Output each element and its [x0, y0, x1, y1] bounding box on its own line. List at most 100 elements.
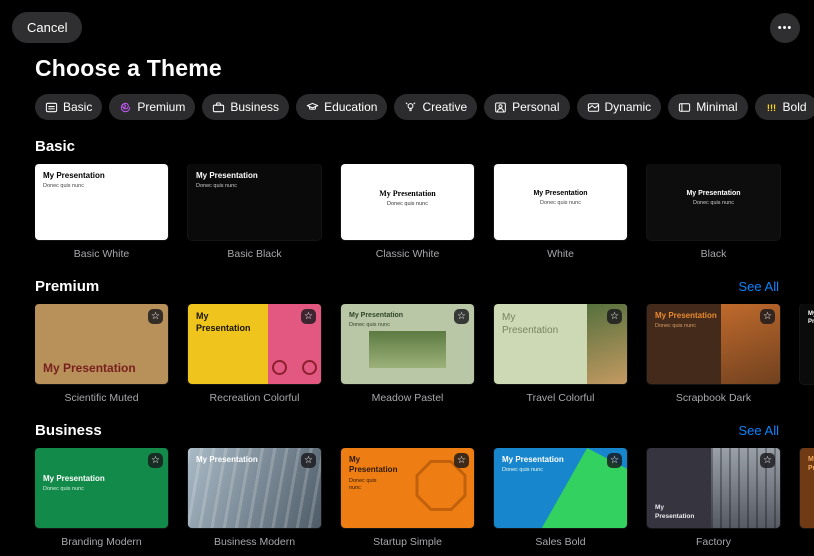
theme-card-title: My Presentation: [502, 455, 564, 464]
section-header: Business See All: [35, 422, 779, 439]
theme-card-branding-modern[interactable]: My Presentation Donec quis nunc ☆: [35, 448, 168, 528]
theme-item: My Presentation ☆ Travel Colorful: [494, 304, 627, 404]
filter-chip-education[interactable]: Education: [296, 94, 388, 120]
cancel-button[interactable]: Cancel: [12, 12, 83, 43]
filter-chip-label: Premium: [137, 100, 186, 114]
theme-item: My Presentation Donec quis nunc ☆ Sales Bol…: [494, 448, 627, 548]
premium-star-icon: ☆: [607, 453, 622, 468]
filter-chip-basic[interactable]: Basic: [35, 94, 103, 120]
business-icon: [212, 101, 225, 114]
see-all-link[interactable]: See All: [739, 279, 779, 294]
theme-card-partial[interactable]: My Presentation☆: [800, 304, 814, 384]
theme-caption: Meadow Pastel: [371, 392, 444, 404]
filter-chip-premium[interactable]: Premium: [109, 94, 196, 120]
theme-card-text: My Presentation Donec quis nunc: [498, 189, 623, 207]
premium-star-icon: ☆: [607, 309, 622, 324]
theme-card-title: My Presentation: [43, 171, 105, 180]
theme-sections: Basic My Presentation Donec quis nunc Basic…: [0, 138, 814, 548]
theme-caption: Scientific Muted: [64, 392, 139, 404]
theme-item: My Presentation Donec quis nunc ☆ Meadow Pa…: [341, 304, 474, 404]
theme-item: My Presentation Donec quis nunc ☆ Scrapbook…: [647, 304, 780, 404]
premium-star-icon: ☆: [148, 309, 163, 324]
section-title: Premium: [35, 278, 100, 295]
theme-card-recreation-colorful[interactable]: My Presentation ☆: [188, 304, 321, 384]
filter-chip-label: Minimal: [696, 100, 738, 114]
theme-card-subtitle: Donec quis nunc: [196, 183, 237, 190]
personal-icon: [494, 101, 507, 114]
theme-item: My Presentation Donec quis nunc White: [494, 164, 627, 260]
section-title: Business: [35, 422, 102, 439]
filter-chip-minimal[interactable]: Minimal: [668, 94, 748, 120]
theme-card-subtitle: Donec quis nunc: [502, 467, 543, 474]
theme-card-business-modern[interactable]: My Presentation ☆: [188, 448, 321, 528]
theme-card-classic-white[interactable]: My Presentation Donec quis nunc: [341, 164, 474, 240]
filter-chip-bold[interactable]: !!! Bold: [754, 94, 814, 120]
section-title: Basic: [35, 138, 76, 155]
theme-card-text: My Presentation Donec quis nunc: [196, 171, 315, 191]
more-button[interactable]: •••: [770, 12, 800, 43]
theme-row: My Presentation ☆ Scientific Muted My Prese…: [35, 304, 814, 404]
theme-card-text: My Presentation Donec quis nunc: [43, 171, 162, 191]
section-basic: Basic My Presentation Donec quis nunc Basic…: [0, 138, 814, 260]
minimal-icon: [678, 101, 691, 114]
filter-chip-creative[interactable]: Creative: [394, 94, 478, 120]
theme-card-title: My Presentation: [808, 311, 814, 325]
theme-card-text: My Presentation: [502, 311, 621, 337]
theme-card-partial[interactable]: My Pre☆: [800, 448, 814, 528]
filter-chip-label: Dynamic: [604, 100, 652, 114]
theme-card-scrapbook-dark[interactable]: My Presentation Donec quis nunc ☆: [647, 304, 780, 384]
theme-card-black[interactable]: My Presentation Donec quis nunc: [647, 164, 780, 240]
theme-card-basic-white[interactable]: My Presentation Donec quis nunc: [35, 164, 168, 240]
filter-chip-business[interactable]: Business: [202, 94, 290, 120]
theme-card-title: My Presentation: [655, 504, 695, 520]
section-premium: Premium See All My Presentation ☆ Scientific…: [0, 278, 814, 404]
theme-caption: Travel Colorful: [526, 392, 595, 404]
theme-item: My Presentation Donec quis nunc Basic Blac…: [188, 164, 321, 260]
filter-chip-label: Creative: [422, 100, 468, 114]
top-bar: Cancel •••: [0, 0, 814, 43]
theme-card-text: My Presentation: [808, 311, 814, 327]
filter-chip-label: Business: [230, 100, 280, 114]
theme-caption: Black: [700, 248, 727, 260]
svg-text:!!!: !!!: [766, 102, 775, 112]
filter-chip-dynamic[interactable]: Dynamic: [576, 94, 662, 120]
theme-card-text: My Presentation: [655, 504, 774, 521]
theme-card-basic-black[interactable]: My Presentation Donec quis nunc: [188, 164, 321, 240]
theme-item: My Presentation ☆ Factory: [647, 448, 780, 548]
filter-chip-label: Basic: [63, 100, 93, 114]
theme-caption: Classic White: [375, 248, 440, 260]
theme-caption: Branding Modern: [61, 536, 142, 548]
dynamic-icon: [587, 101, 600, 114]
theme-card-title: My Presentation: [379, 189, 436, 199]
theme-caption: Basic Black: [227, 248, 282, 260]
theme-card-title: My Presentation: [502, 312, 559, 336]
theme-card-white[interactable]: My Presentation Donec quis nunc: [494, 164, 627, 240]
premium-star-icon: ☆: [760, 309, 775, 324]
section-header: Basic: [35, 138, 779, 155]
theme-card-text: My Presentation: [196, 455, 315, 465]
theme-card-title: My Presentation: [349, 455, 398, 475]
theme-item: My Presentation ☆ Recreation Colorful: [188, 304, 321, 404]
theme-card-sales-bold[interactable]: My Presentation Donec quis nunc ☆: [494, 448, 627, 528]
theme-card-meadow-pastel[interactable]: My Presentation Donec quis nunc ☆: [341, 304, 474, 384]
theme-card-travel-colorful[interactable]: My Presentation ☆: [494, 304, 627, 384]
premium-star-icon: ☆: [148, 453, 163, 468]
see-all-link[interactable]: See All: [739, 423, 779, 438]
theme-card-factory[interactable]: My Presentation ☆: [647, 448, 780, 528]
theme-card-scientific-muted[interactable]: My Presentation ☆: [35, 304, 168, 384]
theme-row: My Presentation Donec quis nunc Basic Whit…: [35, 164, 814, 260]
theme-caption: Basic White: [73, 248, 130, 260]
theme-card-text: My Presentation Donec quis nunc: [502, 455, 621, 475]
premium-icon: [119, 101, 132, 114]
theme-card-text: My Presentation: [43, 361, 162, 377]
theme-card-subtitle: Donec quis nunc: [655, 323, 696, 330]
theme-card-startup-simple[interactable]: My Presentation Donec quis nunc ☆: [341, 448, 474, 528]
ellipsis-icon: •••: [777, 21, 793, 34]
theme-card-text: My Presentation: [196, 311, 315, 334]
section-header: Premium See All: [35, 278, 779, 295]
premium-star-icon: ☆: [301, 453, 316, 468]
section-business: Business See All My Presentation Donec quis…: [0, 422, 814, 548]
filter-chip-personal[interactable]: Personal: [484, 94, 570, 120]
education-icon: [306, 101, 319, 114]
theme-card-title: My Presentation: [43, 473, 105, 483]
